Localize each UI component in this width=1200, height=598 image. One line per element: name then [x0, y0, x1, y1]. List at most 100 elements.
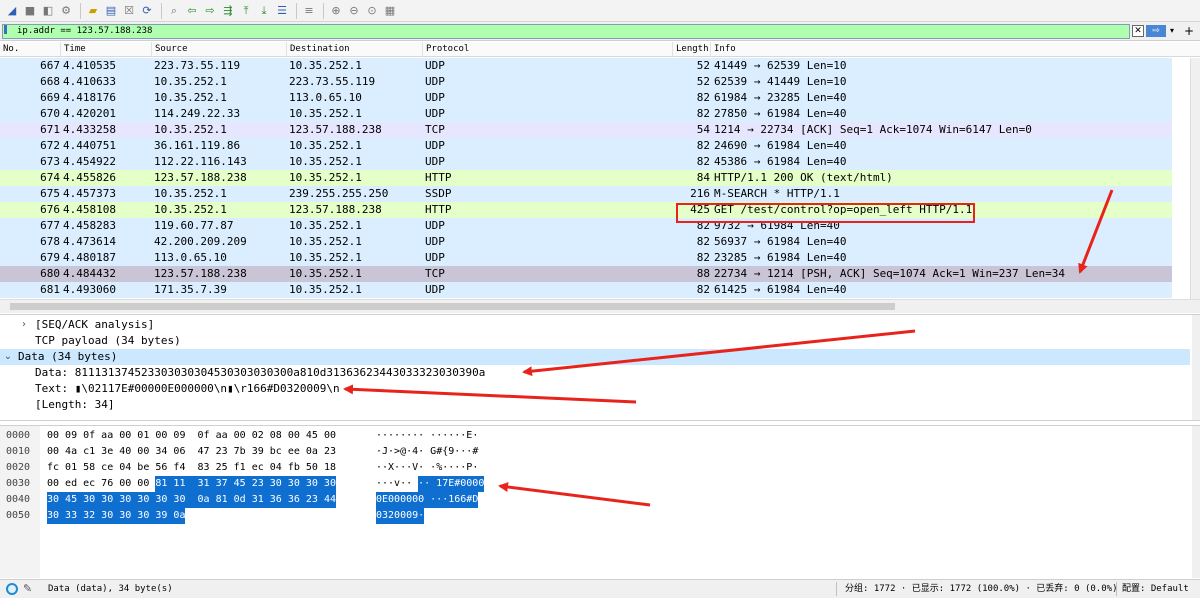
colorize-icon[interactable]: ≡	[301, 3, 317, 19]
detail-tree-item[interactable]: ⌄ Data (34 bytes)	[0, 349, 1190, 365]
packet-row[interactable]: 671 4.433258 10.35.252.1 123.57.188.238 TCP 5…	[0, 122, 1172, 138]
clear-filter-icon[interactable]: ✕	[1132, 25, 1144, 37]
collapse-arrow-icon[interactable]: ⌄	[2, 349, 14, 365]
display-filter-input[interactable]: ip.addr == 123.57.188.238	[2, 24, 1130, 39]
column-header-source[interactable]: Source	[151, 42, 286, 57]
ascii-bytes[interactable]: ··X···V· ·%····P·	[376, 460, 478, 476]
column-header-destination[interactable]: Destination	[286, 42, 422, 57]
add-filter-button[interactable]: +	[1183, 24, 1195, 38]
expert-info-icon[interactable]	[6, 583, 18, 595]
expand-arrow-icon[interactable]: ›	[18, 317, 30, 333]
packet-row[interactable]: 678 4.473614 42.200.209.209 10.35.252.1 UDP 8…	[0, 234, 1172, 250]
packet-row[interactable]: 679 4.480187 113.0.65.10 10.35.252.1 UDP 82 23…	[0, 250, 1172, 266]
zoom-normal-icon[interactable]: ⊙	[364, 3, 380, 19]
packet-cell-no: 670	[40, 107, 60, 120]
ascii-bytes-selected[interactable]: 0E000000 ···166#D	[376, 492, 479, 508]
find-icon[interactable]: ⌕	[166, 3, 182, 19]
go-to-packet-icon[interactable]: ⇶	[220, 3, 236, 19]
go-forward-icon[interactable]: ⇨	[202, 3, 218, 19]
detail-tree-item[interactable]: › [SEQ/ACK analysis]	[0, 317, 1190, 333]
ascii-bytes-selected[interactable]: 0320009·	[376, 508, 425, 524]
packet-cell-proto: UDP	[425, 59, 445, 72]
packet-row[interactable]: 680 4.484432 123.57.188.238 10.35.252.1 TCP 8…	[0, 266, 1172, 282]
detail-tree-item[interactable]: TCP payload (34 bytes)	[0, 333, 1190, 349]
column-header-length[interactable]: Length	[672, 42, 710, 57]
detail-tree-item[interactable]: [Length: 34]	[0, 397, 1190, 413]
packet-row[interactable]: 677 4.458283 119.60.77.87 10.35.252.1 UDP 82 9…	[0, 218, 1172, 234]
stop-icon[interactable]: ■	[22, 3, 38, 19]
column-header-time[interactable]: Time	[60, 42, 151, 57]
packet-cell-src: 223.73.55.119	[154, 59, 241, 72]
packet-row[interactable]: 674 4.455826 123.57.188.238 10.35.252.1 HTTP…	[0, 170, 1172, 186]
packet-cell-len: 52	[696, 75, 710, 88]
packet-list-horizontal-scrollbar[interactable]	[0, 299, 1200, 313]
packet-row[interactable]: 675 4.457373 10.35.252.1 239.255.255.250 SSD…	[0, 186, 1172, 202]
bookmark-icon[interactable]	[4, 25, 7, 34]
zoom-in-icon[interactable]: ⊕	[328, 3, 344, 19]
detail-tree-item[interactable]: Text: ▮\02117E#00000E000000\n▮\r166#D032…	[0, 381, 1190, 397]
open-folder-icon[interactable]: ▰	[85, 3, 101, 19]
shark-fin-start-icon[interactable]: ◢	[4, 3, 20, 19]
packet-details-scrollbar[interactable]	[1192, 315, 1200, 420]
packet-cell-no: 673	[40, 155, 60, 168]
packet-cell-info: M-SEARCH * HTTP/1.1	[714, 187, 840, 200]
hex-bytes[interactable]: 00 ed ec 76 00 00	[47, 476, 155, 492]
packet-cell-dst: 10.35.252.1	[289, 59, 362, 72]
packet-cell-dst: 10.35.252.1	[289, 155, 362, 168]
resize-columns-icon[interactable]: ▦	[382, 3, 398, 19]
toolbar-separator	[80, 2, 81, 19]
go-last-icon[interactable]: ⤓	[256, 3, 272, 19]
ascii-bytes[interactable]: ········ ······E·	[376, 428, 478, 444]
ascii-bytes-selected[interactable]: ·· 17E#0000	[418, 476, 485, 492]
hex-bytes[interactable]: fc 01 58 ce 04 be 56 f4 83 25 f1 ec 04 f…	[47, 460, 336, 476]
packet-row[interactable]: 667 4.410535 223.73.55.119 10.35.252.1 UDP 52…	[0, 58, 1172, 74]
packet-cell-proto: UDP	[425, 75, 445, 88]
hex-bytes-selected[interactable]: 30 33 32 30 30 30 39 0a	[47, 508, 186, 524]
column-header-no[interactable]: No.	[0, 42, 60, 57]
packet-bytes-scrollbar[interactable]	[1192, 426, 1200, 578]
packet-row[interactable]: 676 4.458108 10.35.252.1 123.57.188.238 HTTP…	[0, 202, 1172, 218]
packet-cell-info: 45386 → 61984 Len=40	[714, 155, 847, 168]
scrollbar-thumb[interactable]	[10, 303, 895, 310]
hex-bytes-selected[interactable]: 81 11 31 37 45 23 30 30 30 30	[155, 476, 336, 492]
packet-cell-len: 88	[696, 267, 710, 280]
status-field-text: Data (data), 34 byte(s)	[48, 584, 173, 594]
column-header-info[interactable]: Info	[710, 42, 1200, 57]
hex-bytes-selected[interactable]: 30 45 30 30 30 30 30 30 0a 81 0d 31 36 3…	[47, 492, 336, 508]
restart-icon[interactable]: ◧	[40, 3, 56, 19]
apply-filter-button[interactable]: ⇨	[1146, 25, 1166, 37]
hex-bytes[interactable]: 00 09 0f aa 00 01 00 09 0f aa 00 02 08 0…	[47, 428, 336, 444]
hex-bytes[interactable]: 00 4a c1 3e 40 00 34 06 47 23 7b 39 bc e…	[47, 444, 336, 460]
packet-list-pane: No. Time Source Destination Protocol Len…	[0, 42, 1200, 299]
packet-cell-no: 675	[40, 187, 60, 200]
ascii-bytes[interactable]: ·J·>@·4· G#{9···#	[376, 444, 478, 460]
packet-row[interactable]: 669 4.418176 10.35.252.1 113.0.65.10 UDP 82 61…	[0, 90, 1172, 106]
edit-comment-icon[interactable]: ✎	[23, 580, 32, 598]
packet-row[interactable]: 681 4.493060 171.35.7.39 10.35.252.1 UDP 82 61…	[0, 282, 1172, 298]
column-header-protocol[interactable]: Protocol	[422, 42, 672, 57]
go-back-icon[interactable]: ⇦	[184, 3, 200, 19]
packet-list-scrollbar[interactable]	[1190, 58, 1200, 299]
status-separator	[836, 582, 837, 596]
go-first-icon[interactable]: ⤒	[238, 3, 254, 19]
packet-cell-proto: HTTP	[425, 203, 452, 216]
options-gear-icon[interactable]: ⚙	[58, 3, 74, 19]
packet-row[interactable]: 673 4.454922 112.22.116.143 10.35.252.1 UDP 8…	[0, 154, 1172, 170]
chevron-down-icon[interactable]: ▾	[1167, 25, 1177, 37]
close-file-icon[interactable]: ☒	[121, 3, 137, 19]
packet-bytes-pane: 0000 00 09 0f aa 00 01 00 09 0f aa 00 02 …	[0, 425, 1200, 578]
packet-cell-src: 113.0.65.10	[154, 251, 227, 264]
packet-cell-time: 4.458283	[63, 219, 116, 232]
packet-row[interactable]: 670 4.420201 114.249.22.33 10.35.252.1 UDP 82…	[0, 106, 1172, 122]
detail-tree-label: Text: ▮\02117E#00000E000000\n▮\r166#D032…	[35, 382, 340, 395]
reload-icon[interactable]: ⟳	[139, 3, 155, 19]
zoom-out-icon[interactable]: ⊖	[346, 3, 362, 19]
autoscroll-icon[interactable]: ☰	[274, 3, 290, 19]
ascii-bytes[interactable]: ···v··	[376, 476, 418, 492]
profile-selector[interactable]: 配置: Default	[1122, 580, 1189, 598]
packet-row[interactable]: 672 4.440751 36.161.119.86 10.35.252.1 UDP 82…	[0, 138, 1172, 154]
packet-cell-len: 216	[690, 187, 710, 200]
save-icon[interactable]: ▤	[103, 3, 119, 19]
detail-tree-item[interactable]: Data: 811131374523303030304530303030300a…	[0, 365, 1190, 381]
packet-row[interactable]: 668 4.410633 10.35.252.1 223.73.55.119 UDP 52…	[0, 74, 1172, 90]
